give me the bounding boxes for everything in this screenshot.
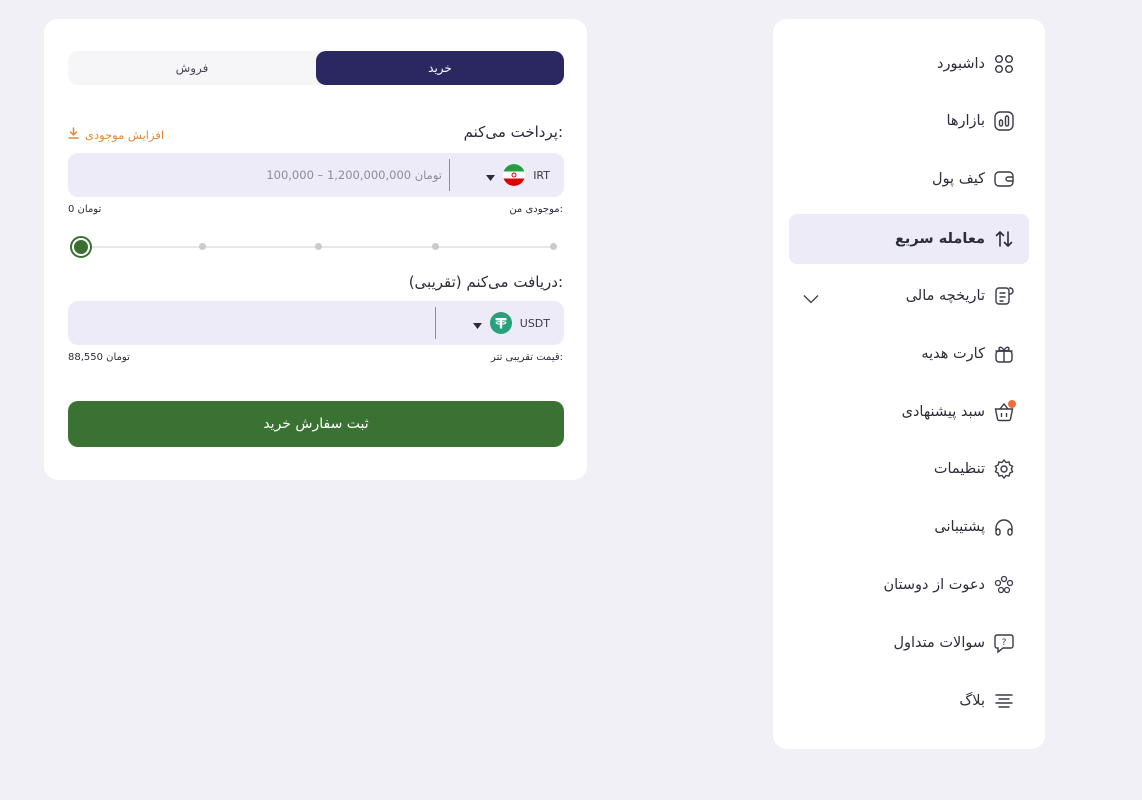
sidebar-item-financial-history[interactable]: تاریخچه مالی (789, 271, 1029, 321)
sidebar-item-dashboard[interactable]: داشبورد (789, 39, 1029, 89)
sidebar-item-label: پشتیبانی (934, 519, 985, 535)
sidebar: داشبورد بازارها کیف پول معامله سریع تاری… (773, 19, 1045, 749)
basket-icon (991, 399, 1017, 425)
tab-buy[interactable]: خرید (316, 51, 564, 85)
quick-trade-card: فروش خرید پرداخت می‌کنم: افزایش موجودی I… (44, 19, 587, 480)
increase-balance-link[interactable]: افزایش موجودی (68, 127, 164, 142)
sidebar-item-label: سبد پیشنهادی (901, 404, 985, 420)
sidebar-item-label: تنظیمات (933, 461, 985, 477)
headset-icon (991, 514, 1017, 540)
sidebar-item-invite-friends[interactable]: دعوت از دوستان (789, 560, 1029, 610)
sidebar-item-label: بازارها (946, 113, 985, 129)
pay-currency-select[interactable]: IRT (486, 153, 550, 197)
people-icon (991, 572, 1017, 598)
chevron-down-icon[interactable] (803, 289, 819, 308)
slider-step-50[interactable] (315, 243, 322, 250)
balance-value: 0 تومان (68, 204, 102, 215)
field-divider (435, 307, 436, 339)
iran-flag-icon (503, 164, 526, 186)
amount-slider[interactable] (68, 236, 564, 258)
sidebar-item-faq[interactable]: ? سوالات متداول (789, 618, 1029, 668)
gift-icon (991, 341, 1017, 367)
receive-currency-select[interactable]: USDT (472, 301, 550, 345)
sidebar-item-label: تاریخچه مالی (905, 288, 985, 304)
tether-icon (489, 312, 512, 334)
pay-title: پرداخت می‌کنم: (463, 123, 563, 141)
sidebar-item-label: کیف پول (932, 171, 985, 187)
slider-step-25[interactable] (199, 243, 206, 250)
slider-step-100[interactable] (550, 243, 557, 250)
pay-amount-field: IRT (68, 153, 564, 197)
sidebar-item-label: معامله سریع (895, 231, 985, 247)
receipt-icon (991, 283, 1017, 309)
balance-label: موجودی من: (509, 204, 563, 215)
sidebar-item-label: بلاگ (959, 693, 985, 709)
pay-amount-input[interactable] (80, 153, 442, 197)
receive-amount-input[interactable] (80, 301, 428, 345)
field-divider (449, 159, 450, 191)
gear-icon (991, 456, 1017, 482)
dashboard-icon (991, 51, 1017, 77)
sidebar-item-quick-trade[interactable]: معامله سریع (789, 214, 1029, 264)
sidebar-item-label: دعوت از دوستان (883, 577, 985, 593)
submit-buy-order-button[interactable]: ثبت سفارش خرید (68, 401, 564, 447)
svg-text:?: ? (1002, 638, 1007, 648)
sidebar-item-blog[interactable]: بلاگ (789, 676, 1029, 726)
receive-title: دریافت می‌کنم (تقریبی): (408, 273, 563, 291)
receive-amount-field: USDT (68, 301, 564, 345)
sidebar-item-markets[interactable]: بازارها (789, 96, 1029, 146)
sidebar-item-support[interactable]: پشتیبانی (789, 502, 1029, 552)
price-value: 88,550 تومان (68, 352, 130, 363)
currency-code: IRT (533, 168, 550, 182)
currency-code: USDT (519, 316, 550, 330)
sidebar-item-label: داشبورد (937, 56, 985, 72)
swap-arrows-icon (991, 226, 1017, 252)
sidebar-item-settings[interactable]: تنظیمات (789, 444, 1029, 494)
caret-down-icon (486, 166, 496, 185)
sidebar-item-wallet[interactable]: کیف پول (789, 154, 1029, 204)
question-bubble-icon: ? (991, 630, 1017, 656)
wallet-icon (991, 166, 1017, 192)
sidebar-item-gift-card[interactable]: کارت هدیه (789, 329, 1029, 379)
sidebar-item-label: سوالات متداول (893, 635, 985, 651)
sidebar-item-label: کارت هدیه (921, 346, 985, 362)
slider-step-75[interactable] (432, 243, 439, 250)
increase-balance-label: افزایش موجودی (85, 127, 165, 142)
sidebar-item-suggested-basket[interactable]: سبد پیشنهادی (789, 387, 1029, 437)
markets-icon (991, 108, 1017, 134)
list-lines-icon (991, 688, 1017, 714)
tab-sell[interactable]: فروش (68, 51, 316, 85)
notification-dot (1008, 400, 1016, 408)
caret-down-icon (472, 314, 482, 333)
price-label: قیمت تقریبی تتر: (491, 352, 563, 363)
download-icon (68, 127, 85, 142)
slider-thumb[interactable] (70, 236, 92, 258)
trade-tabs: فروش خرید (68, 51, 564, 85)
